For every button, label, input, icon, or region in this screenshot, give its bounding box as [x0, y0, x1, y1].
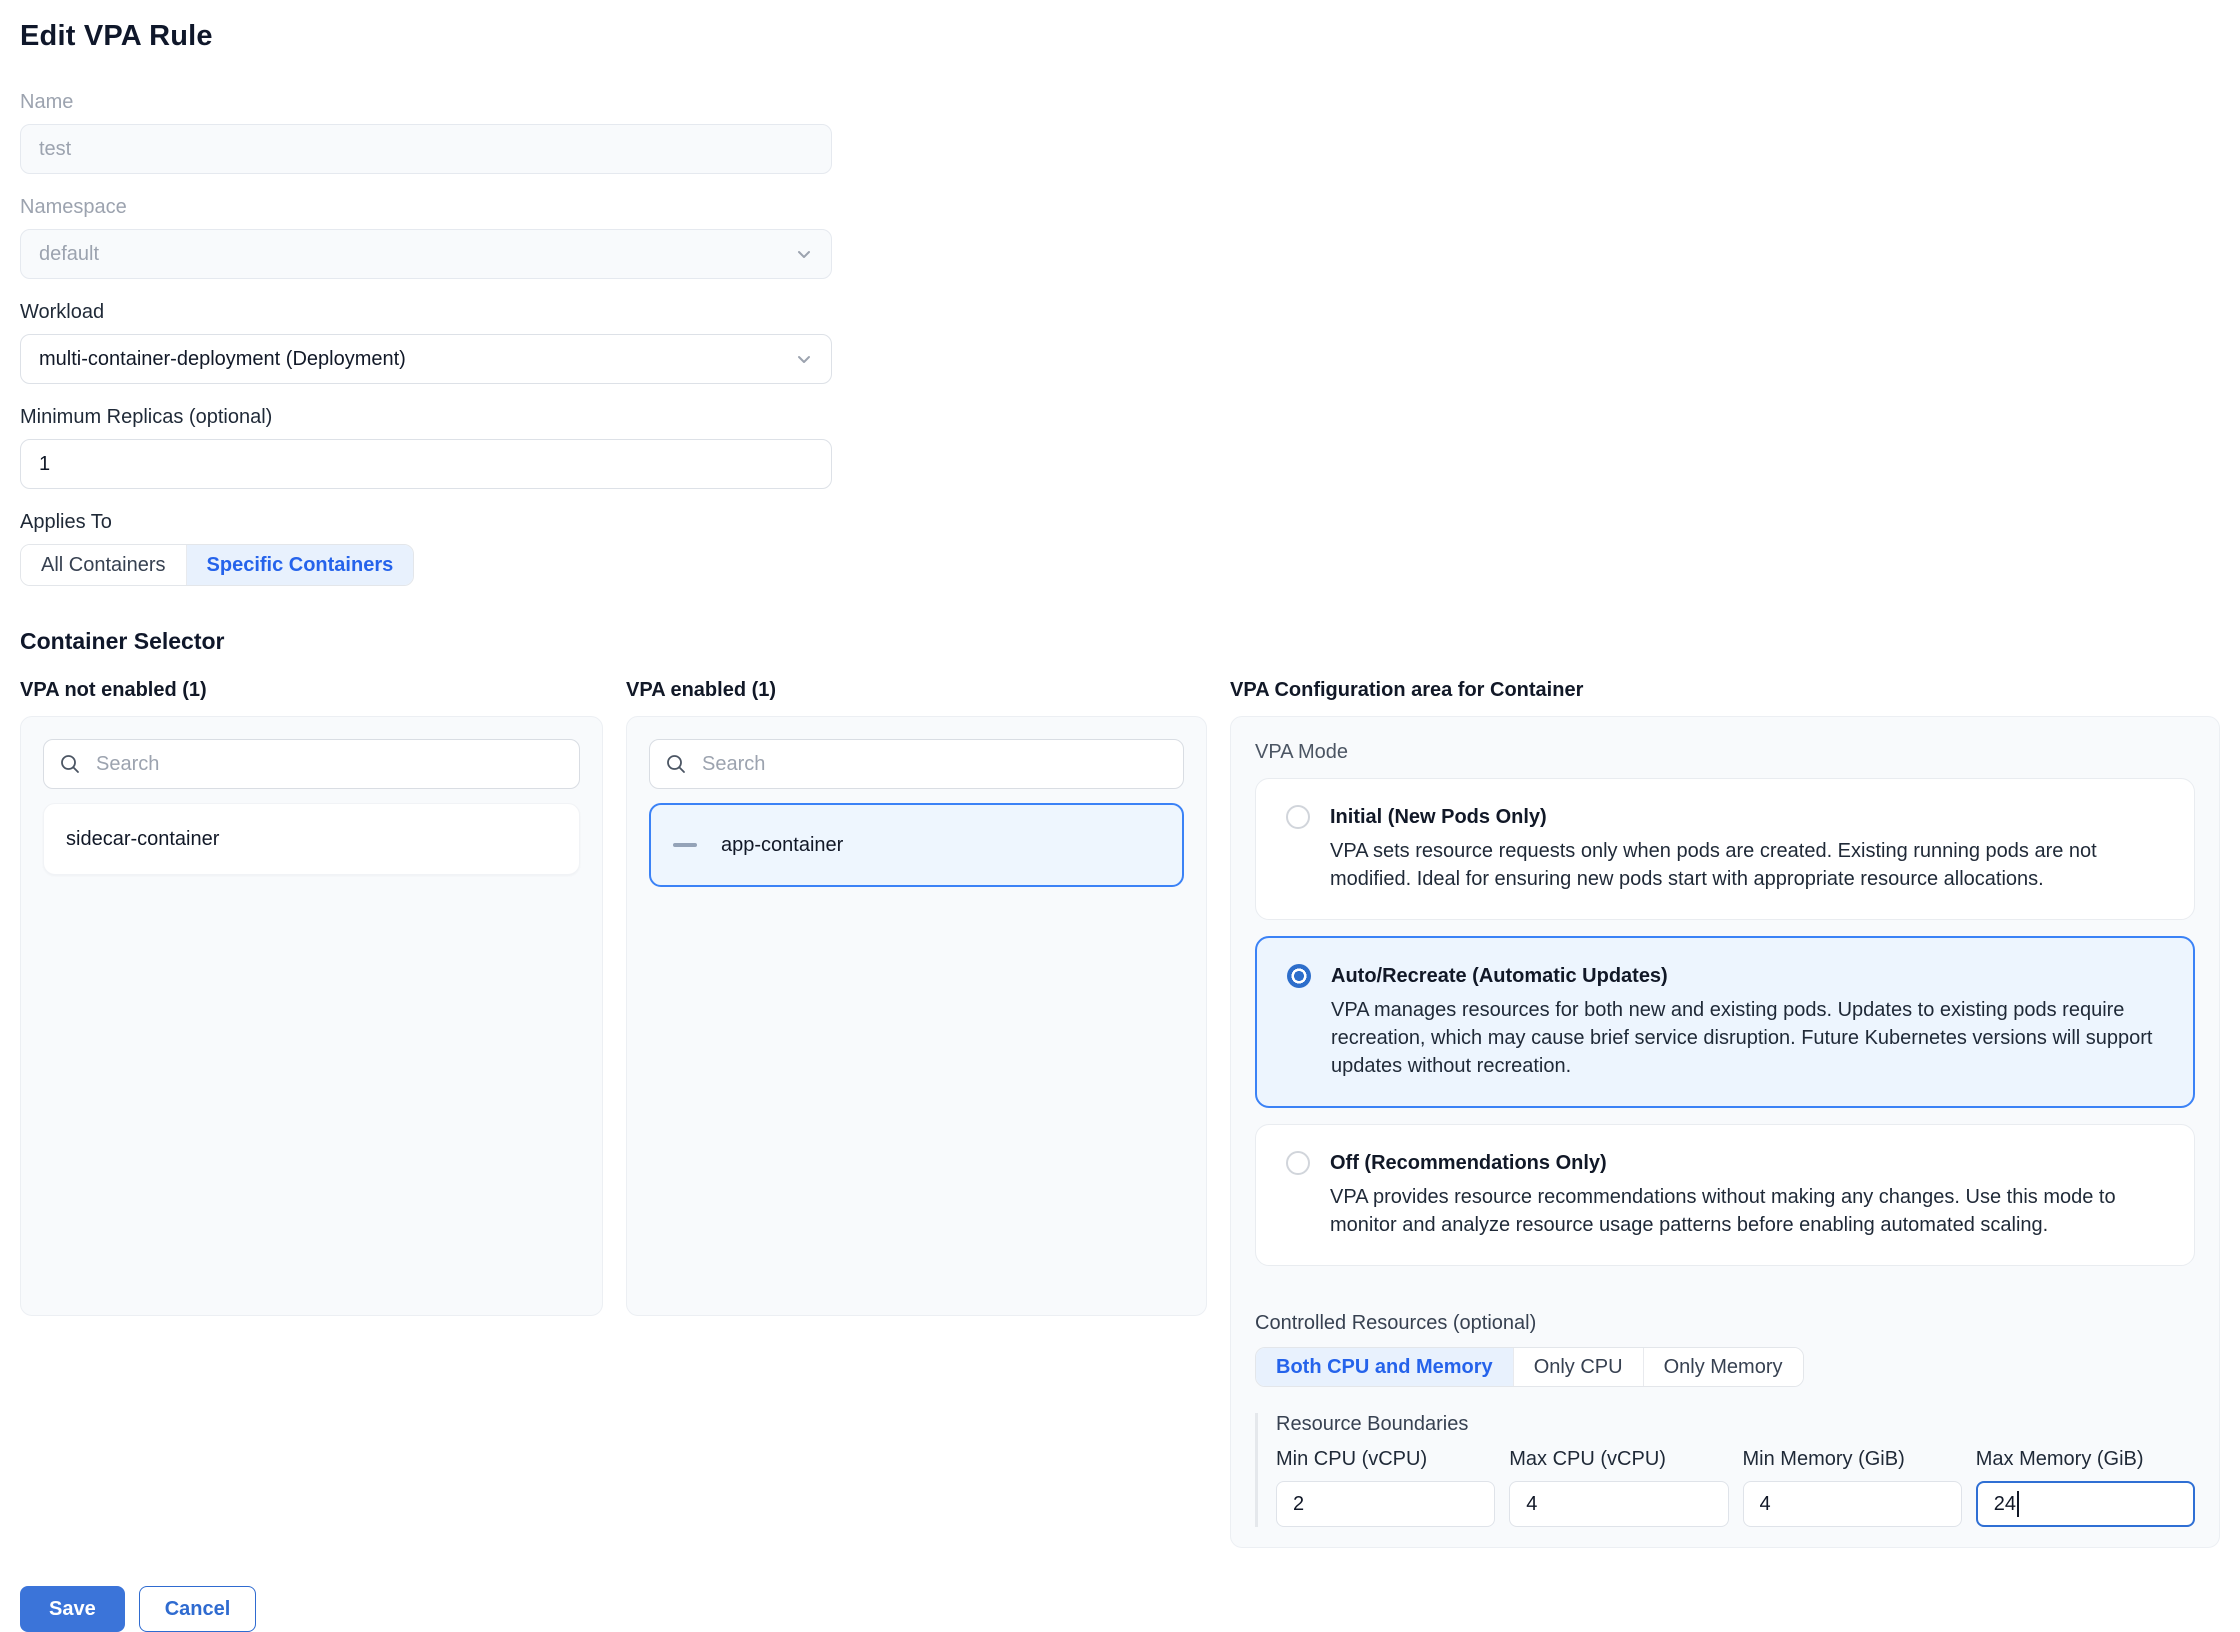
- namespace-field-group: Namespace default: [20, 196, 832, 279]
- search-icon: [59, 753, 81, 775]
- radio-off[interactable]: [1286, 1151, 1310, 1175]
- min-replicas-input[interactable]: [20, 439, 832, 489]
- controlled-resources-label: Controlled Resources (optional): [1255, 1312, 2195, 1335]
- text-cursor: [2017, 1491, 2019, 1517]
- min-cpu-label: Min CPU (vCPU): [1276, 1448, 1495, 1471]
- namespace-selected-value: default: [39, 243, 99, 266]
- search-input[interactable]: [43, 739, 580, 789]
- max-memory-input[interactable]: 24: [1976, 1481, 2195, 1527]
- namespace-select[interactable]: default: [20, 229, 832, 279]
- applies-to-specific-containers-button[interactable]: Specific Containers: [186, 545, 414, 585]
- mode-title: Initial (New Pods Only): [1330, 806, 1547, 829]
- save-button[interactable]: Save: [20, 1586, 125, 1632]
- vpa-configuration-heading: VPA Configuration area for Container: [1230, 679, 2220, 702]
- mode-title: Off (Recommendations Only): [1330, 1152, 1607, 1175]
- max-cpu-label: Max CPU (vCPU): [1509, 1448, 1728, 1471]
- minus-icon: [673, 843, 697, 847]
- min-memory-label: Min Memory (GiB): [1743, 1448, 1962, 1471]
- max-cpu-field: Max CPU (vCPU): [1509, 1448, 1728, 1527]
- min-cpu-field: Min CPU (vCPU): [1276, 1448, 1495, 1527]
- controlled-resources-both-button[interactable]: Both CPU and Memory: [1256, 1348, 1513, 1386]
- radio-initial[interactable]: [1286, 805, 1310, 829]
- controlled-resources-only-cpu-button[interactable]: Only CPU: [1513, 1348, 1643, 1386]
- vpa-enabled-column: VPA enabled (1) app-container: [626, 679, 1207, 1316]
- vpa-mode-option-initial[interactable]: Initial (New Pods Only) VPA sets resourc…: [1255, 778, 2195, 920]
- workload-select[interactable]: multi-container-deployment (Deployment): [20, 334, 832, 384]
- applies-to-label: Applies To: [20, 511, 832, 534]
- vpa-configuration-panel: VPA Mode Initial (New Pods Only) VPA set…: [1230, 716, 2220, 1548]
- max-memory-field: Max Memory (GiB) 24: [1976, 1448, 2195, 1527]
- controlled-resources-only-memory-button[interactable]: Only Memory: [1643, 1348, 1803, 1386]
- container-selector-heading: Container Selector: [20, 628, 2220, 655]
- min-replicas-label: Minimum Replicas (optional): [20, 406, 832, 429]
- vpa-enabled-panel: app-container: [626, 716, 1207, 1316]
- mode-description: VPA provides resource recommendations wi…: [1330, 1183, 2164, 1239]
- mode-head: Off (Recommendations Only): [1286, 1151, 2164, 1175]
- vpa-configuration-column: VPA Configuration area for Container VPA…: [1230, 679, 2220, 1548]
- controlled-resources-segmented-control: Both CPU and Memory Only CPU Only Memory: [1255, 1347, 1804, 1387]
- chevron-down-icon: [793, 348, 815, 370]
- page-title: Edit VPA Rule: [20, 20, 2220, 53]
- workload-field-group: Workload multi-container-deployment (Dep…: [20, 301, 832, 384]
- resource-boundaries-grid: Min CPU (vCPU) Max CPU (vCPU) Min Memory…: [1276, 1448, 2195, 1527]
- applies-to-all-containers-button[interactable]: All Containers: [21, 545, 186, 585]
- name-input[interactable]: [20, 124, 832, 174]
- namespace-label: Namespace: [20, 196, 832, 219]
- chevron-down-icon: [793, 243, 815, 265]
- vpa-mode-option-off[interactable]: Off (Recommendations Only) VPA provides …: [1255, 1124, 2195, 1266]
- max-cpu-input[interactable]: [1509, 1481, 1728, 1527]
- name-field-group: Name: [20, 91, 832, 174]
- radio-auto-recreate[interactable]: [1287, 964, 1311, 988]
- min-cpu-input[interactable]: [1276, 1481, 1495, 1527]
- search-icon: [665, 753, 687, 775]
- min-replicas-field-group: Minimum Replicas (optional): [20, 406, 832, 489]
- vpa-enabled-search: [649, 739, 1184, 789]
- workload-selected-value: multi-container-deployment (Deployment): [39, 348, 406, 371]
- resource-boundaries-heading: Resource Boundaries: [1276, 1413, 2195, 1436]
- vpa-not-enabled-column: VPA not enabled (1) sidecar-container: [20, 679, 603, 1316]
- vpa-mode-option-auto-recreate[interactable]: Auto/Recreate (Automatic Updates) VPA ma…: [1255, 936, 2195, 1108]
- applies-to-group: Applies To All Containers Specific Conta…: [20, 511, 832, 586]
- vpa-enabled-heading: VPA enabled (1): [626, 679, 1207, 702]
- container-item-sidecar-container[interactable]: sidecar-container: [43, 803, 580, 875]
- max-memory-value: 24: [1994, 1493, 2016, 1516]
- mode-head: Auto/Recreate (Automatic Updates): [1287, 964, 2163, 988]
- container-item-app-container[interactable]: app-container: [649, 803, 1184, 887]
- vpa-mode-label: VPA Mode: [1255, 741, 2195, 764]
- vpa-not-enabled-panel: sidecar-container: [20, 716, 603, 1316]
- cancel-button[interactable]: Cancel: [139, 1586, 257, 1632]
- max-memory-label: Max Memory (GiB): [1976, 1448, 2195, 1471]
- resource-boundaries-section: Resource Boundaries Min CPU (vCPU) Max C…: [1255, 1413, 2195, 1527]
- container-item-label: app-container: [721, 834, 843, 857]
- form-actions: Save Cancel: [20, 1586, 2220, 1632]
- container-selector-row: VPA not enabled (1) sidecar-container VP…: [20, 679, 2220, 1548]
- min-memory-field: Min Memory (GiB): [1743, 1448, 1962, 1527]
- applies-to-segmented-control: All Containers Specific Containers: [20, 544, 414, 586]
- search-input[interactable]: [649, 739, 1184, 789]
- vpa-not-enabled-heading: VPA not enabled (1): [20, 679, 603, 702]
- name-label: Name: [20, 91, 832, 114]
- workload-label: Workload: [20, 301, 832, 324]
- mode-title: Auto/Recreate (Automatic Updates): [1331, 965, 1668, 988]
- mode-head: Initial (New Pods Only): [1286, 805, 2164, 829]
- mode-description: VPA manages resources for both new and e…: [1331, 996, 2163, 1080]
- mode-description: VPA sets resource requests only when pod…: [1330, 837, 2164, 893]
- container-item-label: sidecar-container: [66, 828, 219, 851]
- min-memory-input[interactable]: [1743, 1481, 1962, 1527]
- vpa-rule-form: Name Namespace default Workload multi-co…: [20, 91, 832, 586]
- vpa-not-enabled-search: [43, 739, 580, 789]
